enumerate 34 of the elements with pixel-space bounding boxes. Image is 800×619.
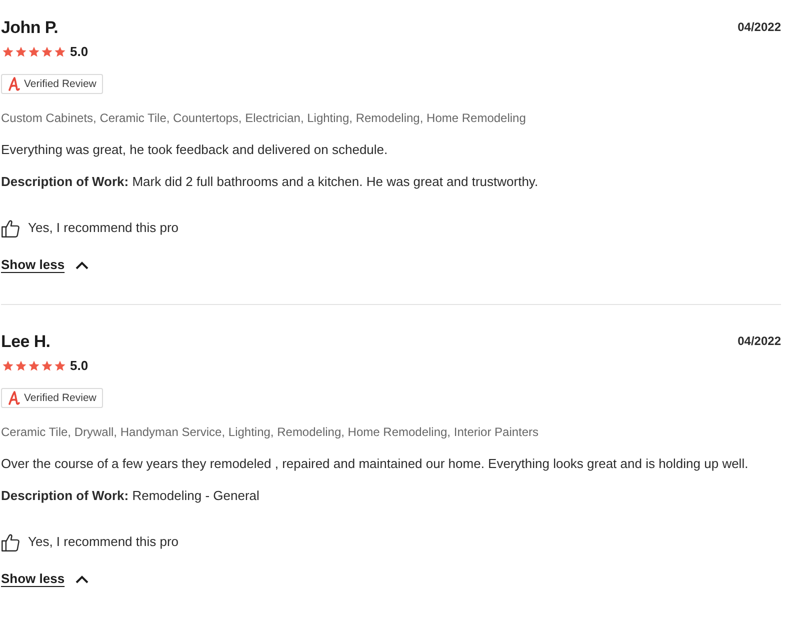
rating-value: 5.0	[70, 357, 88, 376]
star-icon	[41, 46, 53, 58]
star-icon	[15, 360, 27, 372]
star-icon	[15, 46, 27, 58]
star-icon	[28, 360, 40, 372]
chevron-icon	[74, 260, 89, 270]
logo-icon	[8, 391, 20, 405]
recommendation-text: Yes, I recommend this pro	[28, 533, 179, 551]
review-comment: Everything was great, he took feedback and delivered on schedule.	[1, 141, 389, 159]
badge-label: Verified Review	[24, 77, 96, 91]
show-less-toggle[interactable]: Show less	[1, 255, 89, 275]
badge-label: Verified Review	[24, 391, 96, 405]
star-icon	[2, 360, 14, 372]
star-icon	[54, 46, 66, 58]
review-date: 04/2022	[738, 19, 781, 35]
star-icon	[41, 360, 53, 372]
logo-icon	[8, 77, 20, 91]
work-description: Description of Work: Mark did 2 full bathrooms and a kitchen. He was great and trustworthy.	[1, 173, 540, 191]
reviewer-name: Lee H.	[1, 331, 50, 353]
reviewer-name: John P.	[1, 17, 58, 39]
star-icon	[28, 46, 40, 58]
star-icon	[54, 360, 66, 372]
chevron-icon	[74, 574, 89, 584]
service-categories: Custom Cabinets, Ceramic Tile, Countertops, Electrician, Lighting, Remodeling, Home Remodeling	[1, 110, 527, 126]
work-description: Description of Work: Remodeling - General	[1, 487, 260, 505]
show-less-toggle[interactable]: Show less	[1, 569, 89, 589]
star-icon	[2, 46, 14, 58]
recommendation-text: Yes, I recommend this pro	[28, 219, 179, 237]
review-comment: Over the course of a few years they remodeled , repaired and maintained our home. Everything looks great and is holding up well.	[1, 455, 750, 473]
thumbs-up-icon	[1, 218, 20, 238]
service-categories: Ceramic Tile, Drywall, Handyman Service, Lighting, Remodeling, Home Remodeling, Interior Painters	[1, 424, 540, 440]
thumbs-up-icon	[1, 532, 20, 552]
review-date: 04/2022	[738, 333, 781, 349]
rating-value: 5.0	[70, 43, 88, 62]
